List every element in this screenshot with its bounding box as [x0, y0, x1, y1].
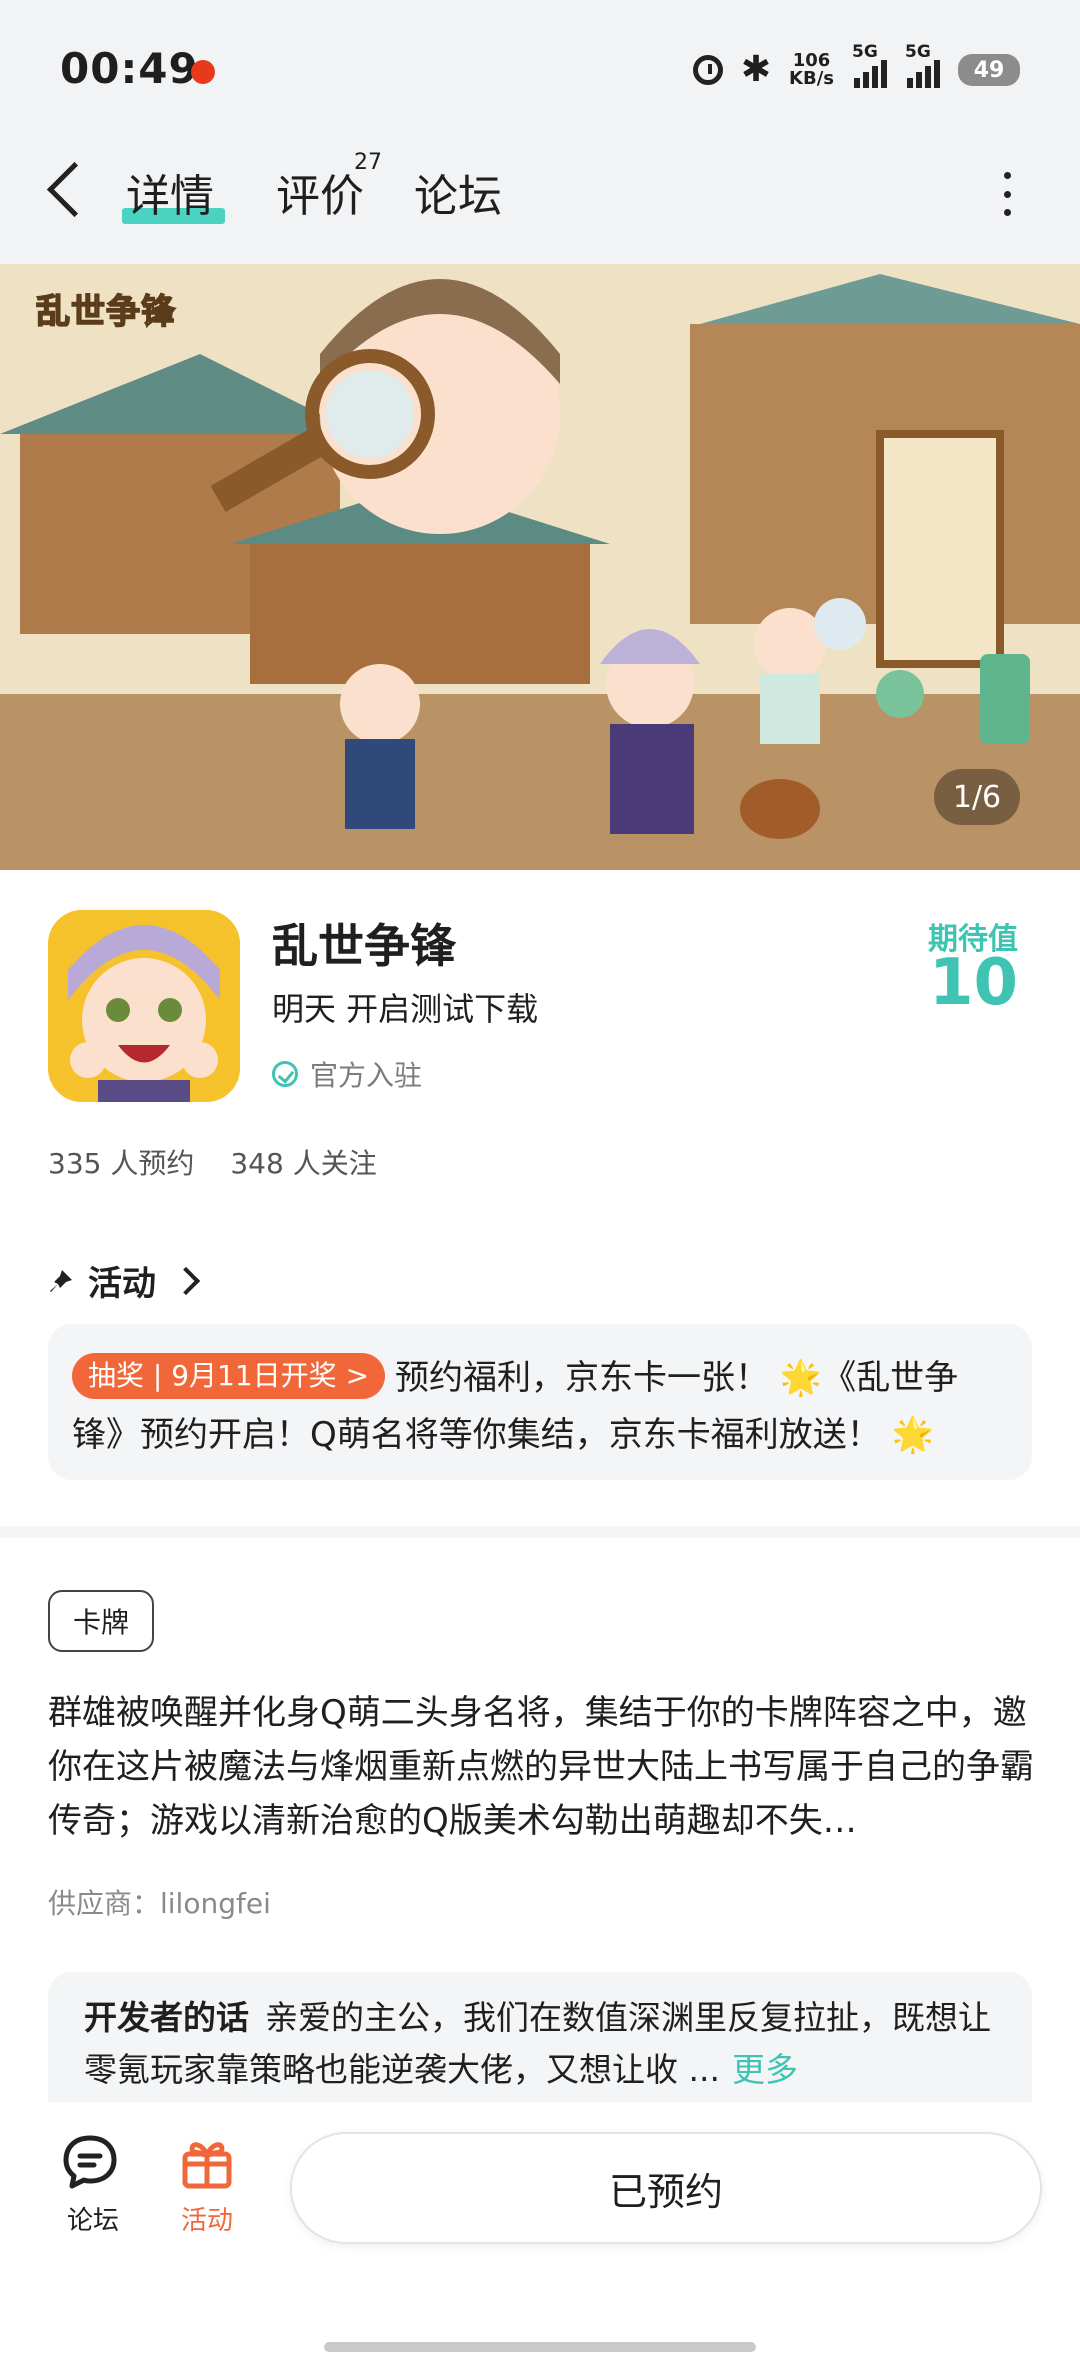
activity-button[interactable]: 活动: [162, 2134, 252, 2237]
reviews-count-badge: 27: [354, 150, 382, 175]
official-badge: 官方入驻: [272, 1054, 422, 1094]
activity-button-label: 活动: [180, 2206, 233, 2236]
check-circle-icon: [272, 1061, 298, 1087]
status-icons: ✱ 106 KB/s 5G 5G 49: [692, 42, 1020, 90]
app-icon-art: [48, 910, 240, 1102]
genre-tag[interactable]: 卡牌: [48, 1590, 154, 1652]
status-time: 00:49: [60, 44, 199, 93]
carousel-counter: 1/6: [934, 769, 1020, 825]
test-schedule-text: 明天 开启测试下载: [272, 990, 539, 1028]
screenshot-carousel[interactable]: 乱世争锋 1/6: [0, 264, 1080, 870]
forum-button-label: 论坛: [66, 2206, 119, 2236]
activity-card[interactable]: 抽奖 | 9月11日开奖 > 预约福利，京东卡一张！ 🌟《乱世争锋》预约开启！Q萌…: [48, 1324, 1032, 1480]
game-title: 乱世争锋: [272, 919, 456, 973]
banner-illustration: [0, 264, 1080, 870]
developer-note-more-link[interactable]: 更多: [732, 2050, 798, 2089]
official-badge-label: 官方入驻: [310, 1059, 423, 1092]
game-app-icon: [48, 910, 240, 1102]
reservation-count: 335 人预约: [48, 1147, 195, 1180]
tab-forum[interactable]: 论坛: [414, 160, 502, 224]
network-speed-unit: KB/s: [789, 68, 834, 89]
follower-count: 348 人关注: [230, 1147, 377, 1180]
activity-title: 活动: [88, 1264, 156, 1304]
stats-row: 335 人预约 348 人关注: [48, 1142, 377, 1182]
game-description[interactable]: 群雄被唤醒并化身Q萌二头身名将，集结于你的卡牌阵容之中，邀你在这片被魔法与烽烟重…: [48, 1686, 1038, 1848]
bluetooth-icon: ✱: [740, 49, 772, 90]
alarm-icon: [692, 55, 723, 85]
gift-icon: [182, 2142, 232, 2189]
pin-icon: [50, 1269, 72, 1292]
chevron-right-icon: [171, 1266, 201, 1295]
supplier-text: 供应商：lilongfei: [48, 1887, 271, 1920]
tab-reviews[interactable]: 评价: [276, 160, 364, 224]
network-speed: 106 KB/s: [789, 52, 834, 88]
chat-bubble-icon: [63, 2135, 117, 2189]
more-options-icon[interactable]: [1002, 172, 1012, 216]
signal-icon: 5G: [852, 42, 887, 88]
game-logo-text: 乱世争锋: [35, 291, 176, 333]
notification-dot-icon: [191, 60, 215, 84]
developer-note-label: 开发者的话: [84, 1998, 249, 2037]
developer-note-card[interactable]: 开发者的话 亲爱的主公，我们在数值深渊里反复拉扯，既想让零氪玩家靠策略也能逆袭大佬…: [48, 1972, 1032, 2102]
sim1-label: 5G: [852, 42, 878, 62]
home-indicator[interactable]: [324, 2342, 756, 2352]
forum-button[interactable]: 论坛: [48, 2134, 138, 2237]
signal-icon: 5G: [905, 42, 940, 88]
reserved-button[interactable]: 已预约: [290, 2132, 1042, 2244]
battery-icon: 49: [958, 54, 1020, 86]
section-divider: [0, 1526, 1080, 1538]
lottery-tag[interactable]: 抽奖 | 9月11日开奖 >: [72, 1353, 386, 1399]
activity-section-header[interactable]: 活动: [48, 1256, 201, 1305]
sim2-label: 5G: [905, 42, 931, 62]
expectation-value: 10: [928, 946, 1018, 1020]
tab-details[interactable]: 详情: [126, 160, 214, 224]
